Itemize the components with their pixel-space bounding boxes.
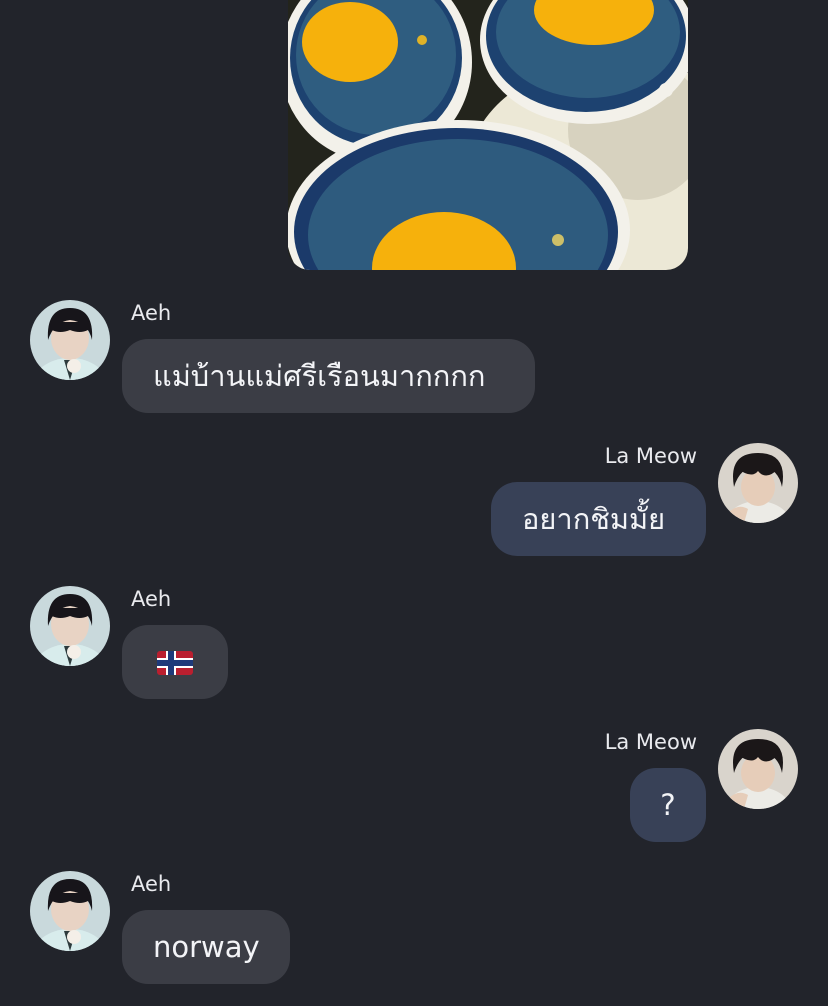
message-text: norway [153, 930, 260, 964]
avatar-image [718, 443, 798, 523]
avatar-image [30, 871, 110, 951]
avatar-image [30, 300, 110, 380]
sender-name: Aeh [131, 301, 172, 325]
message-bubble[interactable]: ? [630, 768, 706, 842]
avatar-aeh[interactable] [30, 586, 110, 666]
message-text: ? [660, 788, 676, 822]
sender-name: Aeh [131, 587, 172, 611]
avatar-aeh[interactable] [30, 871, 110, 951]
message-bubble[interactable]: norway [122, 910, 290, 984]
photo-image [288, 0, 688, 270]
norway-flag-icon [157, 651, 193, 675]
message-bubble[interactable] [122, 625, 228, 699]
avatar-image [30, 586, 110, 666]
message-text: แม่บ้านแม่ศรีเรือนมากกกก [153, 359, 486, 393]
sender-name: La Meow [604, 730, 697, 754]
avatar-la-meow[interactable] [718, 443, 798, 523]
message-bubble[interactable]: อยากชิมมั้ย [491, 482, 706, 556]
avatar-image [718, 729, 798, 809]
avatar-la-meow[interactable] [718, 729, 798, 809]
photo-message[interactable] [288, 0, 688, 270]
message-bubble[interactable]: แม่บ้านแม่ศรีเรือนมากกกก [122, 339, 535, 413]
message-text: อยากชิมมั้ย [522, 502, 666, 536]
avatar-aeh[interactable] [30, 300, 110, 380]
sender-name: La Meow [604, 444, 697, 468]
chat-thread: Aeh แม่บ้านแม่ศรีเรือนมากกกก La Meow อยา… [0, 0, 828, 1006]
sender-name: Aeh [131, 872, 172, 896]
